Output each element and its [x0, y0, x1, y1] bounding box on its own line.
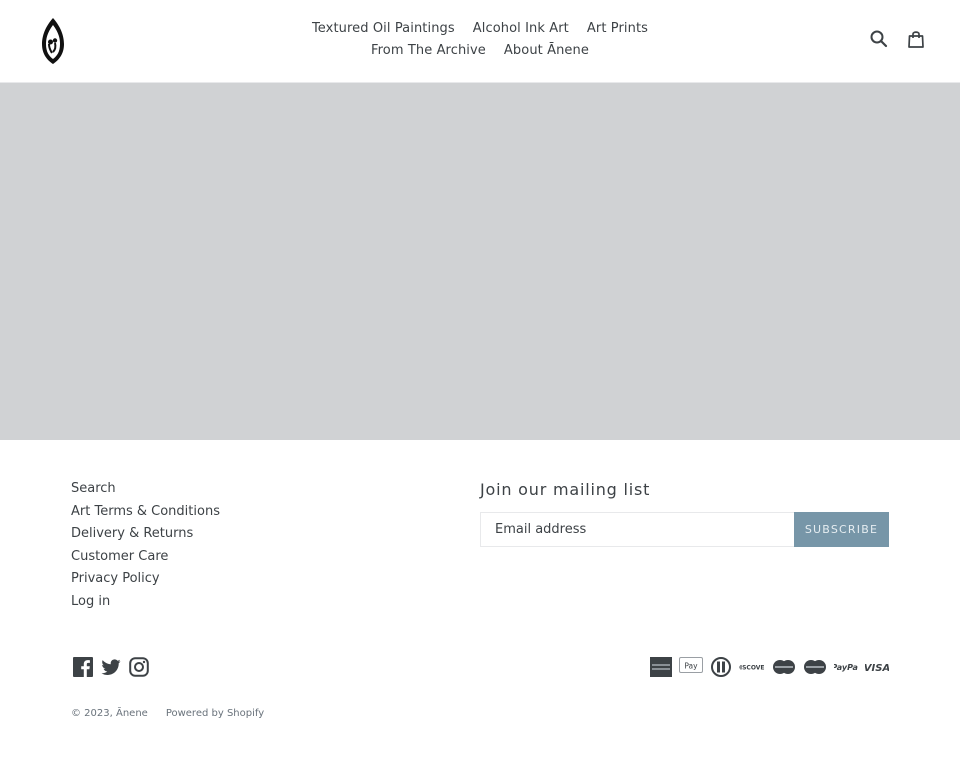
logo[interactable] [40, 16, 66, 66]
footer-link-art-terms[interactable]: Art Terms & Conditions [71, 501, 220, 524]
discover-icon: DISCOVER [735, 657, 770, 677]
nav-art-prints[interactable]: Art Prints [587, 18, 648, 40]
facebook-icon[interactable] [73, 657, 93, 677]
copyright: © 2023, Ānene Powered by Shopify [71, 708, 264, 719]
logo-icon [42, 18, 64, 64]
svg-text:DISCOVER: DISCOVER [739, 665, 765, 672]
footer-links: Search Art Terms & Conditions Delivery &… [71, 478, 220, 613]
site-footer: Search Art Terms & Conditions Delivery &… [0, 440, 960, 765]
social-links [73, 657, 149, 677]
main-nav: Textured Oil Paintings Alcohol Ink Art A… [250, 18, 710, 62]
site-header: Textured Oil Paintings Alcohol Ink Art A… [0, 0, 960, 83]
nav-from-the-archive[interactable]: From The Archive [371, 40, 486, 62]
payment-icons: Pay DISCOVER PayPal VISA [650, 657, 890, 677]
copyright-text: © 2023, Ānene [71, 708, 148, 719]
diners-club-icon [710, 657, 732, 677]
newsletter-form: SUBSCRIBE [480, 512, 889, 547]
footer-link-privacy-policy[interactable]: Privacy Policy [71, 568, 220, 591]
twitter-icon[interactable] [101, 657, 121, 677]
svg-text:PayPal: PayPal [834, 663, 858, 672]
footer-link-search[interactable]: Search [71, 478, 220, 501]
nav-textured-oil-paintings[interactable]: Textured Oil Paintings [312, 18, 455, 40]
footer-link-customer-care[interactable]: Customer Care [71, 546, 220, 569]
paypal-icon: PayPal [831, 657, 860, 677]
american-express-icon [650, 657, 672, 677]
footer-link-log-in[interactable]: Log in [71, 591, 220, 614]
footer-link-delivery-returns[interactable]: Delivery & Returns [71, 523, 220, 546]
mastercard-icon [803, 657, 827, 677]
instagram-icon[interactable] [129, 657, 149, 677]
search-icon[interactable] [869, 29, 889, 49]
mailing-list: Join our mailing list SUBSCRIBE [480, 478, 889, 547]
nav-alcohol-ink-art[interactable]: Alcohol Ink Art [473, 18, 569, 40]
svg-text:VISA: VISA [865, 663, 889, 674]
apple-pay-icon: Pay [679, 657, 703, 677]
svg-text:Pay: Pay [684, 662, 698, 671]
email-input[interactable] [480, 512, 794, 547]
hero-image-placeholder [0, 83, 960, 440]
mailing-list-title: Join our mailing list [480, 480, 651, 499]
subscribe-button[interactable]: SUBSCRIBE [794, 512, 889, 547]
maestro-icon [772, 657, 796, 677]
powered-by-shopify-link[interactable]: Powered by Shopify [166, 708, 264, 719]
cart-icon[interactable] [906, 29, 926, 49]
nav-about-anene[interactable]: About Ānene [504, 40, 589, 62]
visa-icon: VISA [864, 657, 890, 677]
